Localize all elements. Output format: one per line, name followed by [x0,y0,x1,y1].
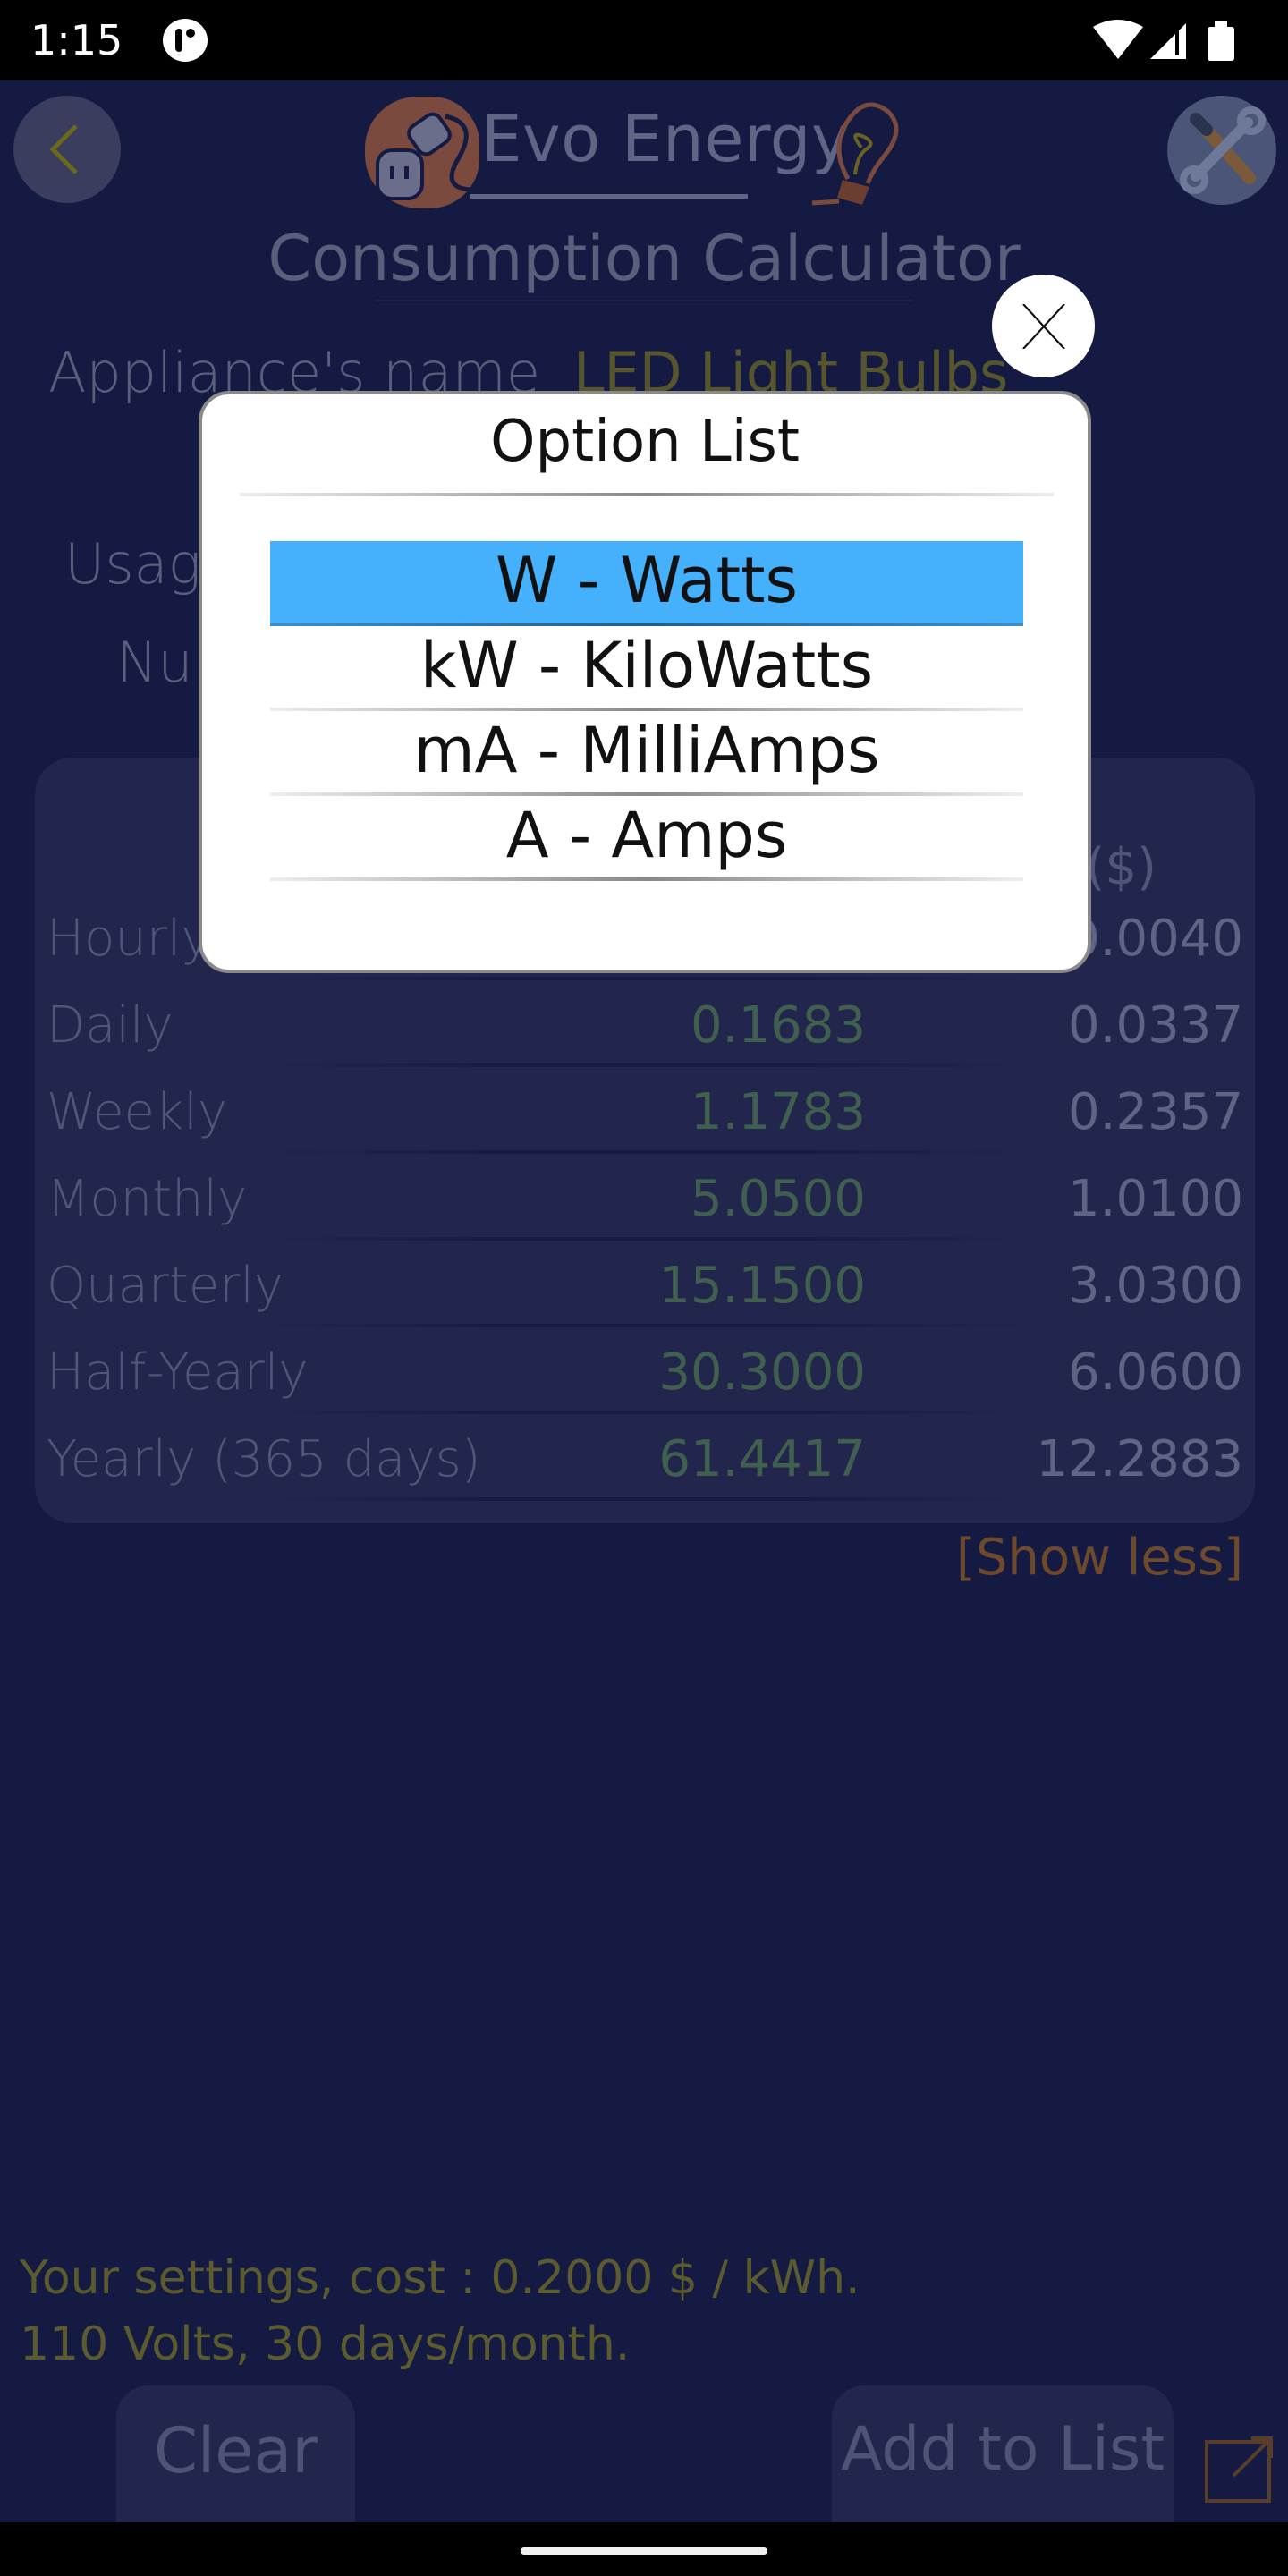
option-milliamps[interactable]: mA - MilliAmps [270,711,1023,796]
option-watts[interactable]: W - Watts [270,541,1023,626]
option-label: W - Watts [496,544,798,617]
dialog-divider [240,493,1054,496]
option-divider [270,877,1023,881]
notification-app-icon [163,19,208,62]
close-icon [1022,304,1065,349]
option-list: W - Watts kW - KiloWatts mA - MilliAmps … [270,541,1023,881]
signal-icon [1150,23,1186,59]
option-label: kW - KiloWatts [419,629,874,702]
option-label: mA - MilliAmps [413,714,880,787]
battery-icon [1208,21,1234,61]
dialog-title: Option List [490,409,800,475]
system-indicators [1093,20,1234,61]
option-kilowatts[interactable]: kW - KiloWatts [270,626,1023,711]
option-label: A - Amps [505,799,788,872]
wifi-icon [1093,20,1143,59]
status-bar: 1:15 [0,0,1288,80]
home-gesture-handle[interactable] [521,2547,767,2555]
dialog-close-button[interactable] [992,275,1095,377]
option-amps[interactable]: A - Amps [270,796,1023,881]
status-time: 1:15 [30,16,123,64]
option-list-dialog: Option List W - Watts kW - KiloWatts mA … [199,391,1091,973]
navigation-bar [0,2522,1288,2576]
